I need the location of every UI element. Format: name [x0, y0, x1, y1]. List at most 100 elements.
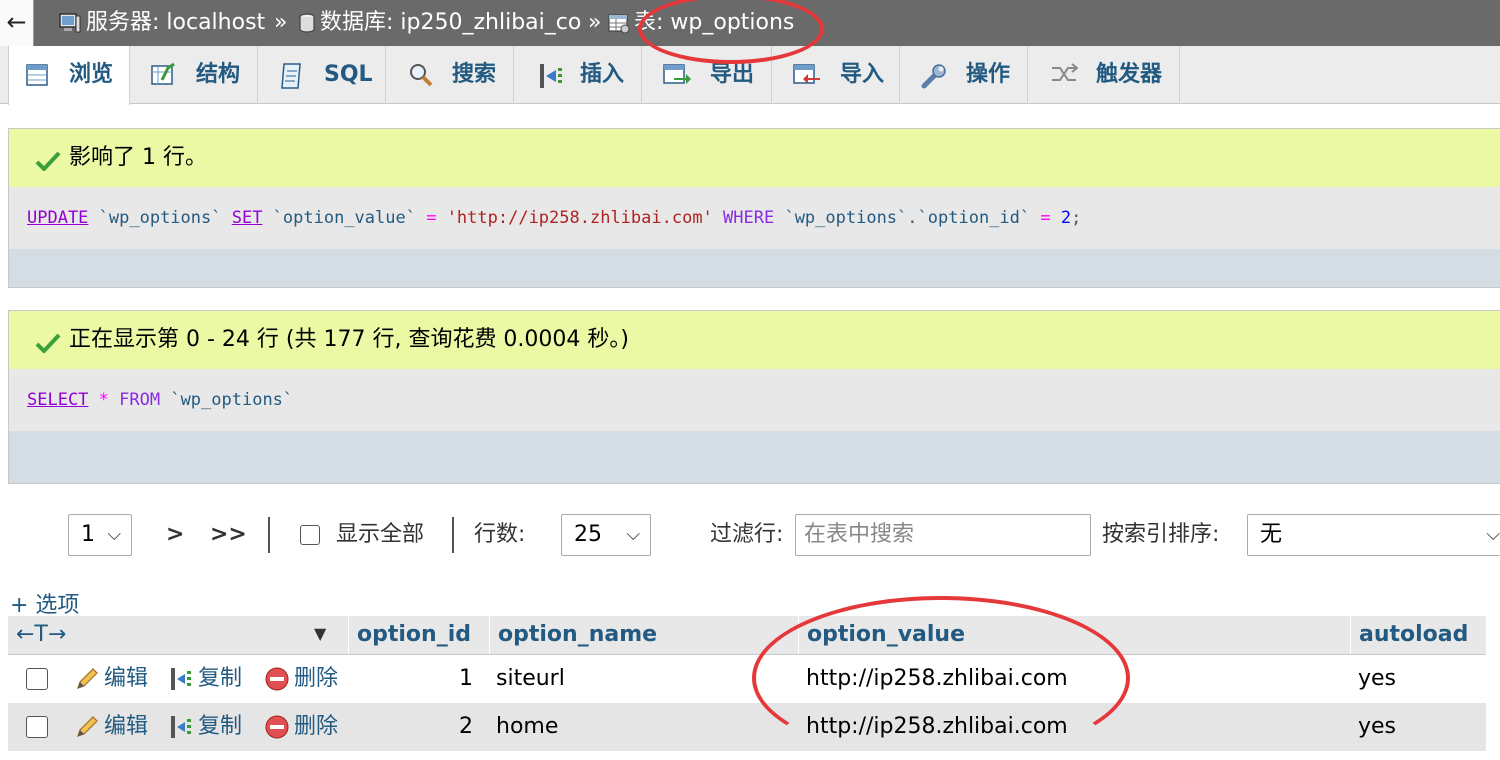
table-icon [608, 14, 630, 34]
export-icon [663, 64, 691, 84]
delete-label: 删除 [294, 666, 339, 691]
copy-link[interactable]: 复制 [168, 655, 242, 703]
edit-link[interactable]: 编辑 [74, 655, 148, 703]
sql-icon [281, 63, 301, 89]
tab-browse-label: 浏览 [69, 62, 114, 87]
column-resize-arrows[interactable]: ←T→ [8, 616, 348, 654]
rows-per-page-value: 25 [574, 522, 602, 547]
delete-link[interactable]: 删除 [264, 655, 338, 703]
next-page-button[interactable]: > [166, 514, 184, 556]
sql-keyword[interactable]: SET [232, 208, 263, 228]
copy-icon [171, 668, 191, 690]
browse-icon [26, 64, 48, 86]
row-checkbox[interactable] [26, 716, 48, 744]
filter-rows-input[interactable]: 在表中搜索 [795, 514, 1091, 556]
sql-keyword[interactable]: SELECT [27, 390, 88, 410]
tab-export-label: 导出 [710, 62, 755, 87]
show-all-label: 显示全部 [336, 522, 425, 547]
edit-label: 编辑 [104, 666, 149, 691]
sql-string: 'http://ip258.zhlibai.com' [436, 208, 724, 228]
delete-icon [265, 667, 289, 691]
sql-number: 2 [1050, 208, 1072, 228]
rows-label: 行数: [474, 522, 526, 547]
success-message: 正在显示第 0 - 24 行 (共 177 行, 查询花费 0.0004 秒。) [9, 311, 1500, 369]
select-message-panel: 正在显示第 0 - 24 行 (共 177 行, 查询花费 0.0004 秒。)… [8, 310, 1500, 484]
tab-triggers-label: 触发器 [1096, 62, 1163, 87]
sql-toolbar [9, 249, 1500, 288]
page-select[interactable]: 1 ⌵ [68, 514, 132, 556]
sql-operator: * [88, 390, 120, 410]
copy-link[interactable]: 复制 [168, 703, 242, 751]
server-icon [59, 13, 81, 33]
chevron-down-icon: ⌵ [107, 524, 121, 545]
breadcrumb-separator: » [588, 10, 602, 35]
tab-operations-label: 操作 [966, 62, 1011, 87]
checkmark-icon [35, 333, 61, 353]
chevron-down-icon: ⌵ [1486, 524, 1500, 545]
sql-keyword[interactable]: UPDATE [27, 208, 88, 228]
breadcrumb-separator: » [274, 10, 288, 35]
tab-browse[interactable]: 浏览 [8, 46, 130, 105]
divider [268, 517, 270, 553]
database-icon [299, 13, 315, 33]
table-row: 编辑 复制 删除 2 home http://ip258.zhlibai.com… [8, 703, 1486, 751]
breadcrumb-database[interactable]: 数据库: ip250_zhlibai_co [298, 0, 581, 46]
sql-punctuation: . [907, 208, 918, 228]
sql-query-display: UPDATE `wp_options` SET `option_value` =… [9, 187, 1500, 249]
column-header-option-value[interactable]: option_value [798, 616, 1350, 654]
cell-option-value: http://ip258.zhlibai.com [806, 714, 1068, 739]
tab-structure[interactable]: 结构 [130, 46, 258, 104]
page-select-value: 1 [81, 522, 95, 547]
cell-option-name: home [496, 714, 559, 739]
copy-label: 复制 [198, 666, 243, 691]
tab-operations[interactable]: 操作 [900, 46, 1028, 104]
rows-per-page-select[interactable]: 25 ⌵ [561, 514, 651, 556]
tab-export[interactable]: 导出 [642, 46, 772, 104]
table-row: 编辑 复制 删除 1 siteurl http://ip258.zhlibai.… [8, 655, 1486, 703]
tab-sql[interactable]: SQL [258, 46, 386, 104]
pencil-icon [77, 716, 98, 737]
delete-icon [265, 715, 289, 739]
sql-identifier: `option_value` [262, 208, 427, 228]
tab-sql-label: SQL [324, 62, 373, 87]
column-header-autoload[interactable]: autoload [1350, 616, 1486, 654]
insert-icon [540, 64, 562, 88]
column-header-option-name[interactable]: option_name [489, 616, 798, 654]
copy-label: 复制 [198, 714, 243, 739]
show-all-toggle[interactable]: 显示全部 [300, 514, 424, 556]
sql-identifier: `wp_options` [88, 208, 232, 228]
chevron-down-icon: ⌵ [626, 524, 640, 545]
sql-keyword: WHERE [723, 208, 775, 228]
delete-label: 删除 [294, 714, 339, 739]
sort-caret-icon[interactable]: ▼ [314, 616, 326, 652]
cell-option-name: siteurl [496, 666, 565, 691]
import-icon [793, 64, 820, 84]
edit-link[interactable]: 编辑 [74, 703, 148, 751]
checkmark-icon [35, 151, 61, 171]
column-header-option-id[interactable]: option_id [348, 616, 489, 654]
tab-triggers[interactable]: 触发器 [1028, 46, 1180, 104]
breadcrumb-server[interactable]: 服务器: localhost [58, 0, 265, 46]
sql-identifier: `wp_options` [774, 208, 908, 228]
breadcrumb-table[interactable]: 表: wp_options [608, 0, 794, 46]
update-message-panel: 影响了 1 行。 UPDATE `wp_options` SET `option… [8, 128, 1500, 288]
search-icon [410, 64, 433, 87]
show-all-checkbox[interactable] [300, 525, 320, 545]
last-page-button[interactable]: >> [210, 514, 247, 556]
tab-insert[interactable]: 插入 [514, 46, 642, 104]
tab-search[interactable]: 搜索 [386, 46, 514, 104]
sort-by-index-select[interactable]: 无 ⌵ [1247, 514, 1500, 556]
delete-link[interactable]: 删除 [264, 703, 338, 751]
tab-structure-label: 结构 [196, 62, 241, 87]
wrench-icon [921, 64, 946, 89]
back-button[interactable]: ← [0, 0, 34, 46]
table-header: ←T→ ▼ option_id option_name option_value… [8, 616, 1486, 655]
options-link[interactable]: + 选项 [10, 587, 79, 619]
breadcrumb-server-label: 服务器: localhost [86, 10, 266, 35]
tab-import[interactable]: 导入 [772, 46, 900, 104]
cell-option-id: 2 [459, 714, 473, 739]
cell-option-value: http://ip258.zhlibai.com [806, 666, 1068, 691]
sql-operator: = [426, 208, 437, 228]
sql-identifier: `wp_options` [160, 390, 294, 410]
row-checkbox[interactable] [26, 668, 48, 696]
